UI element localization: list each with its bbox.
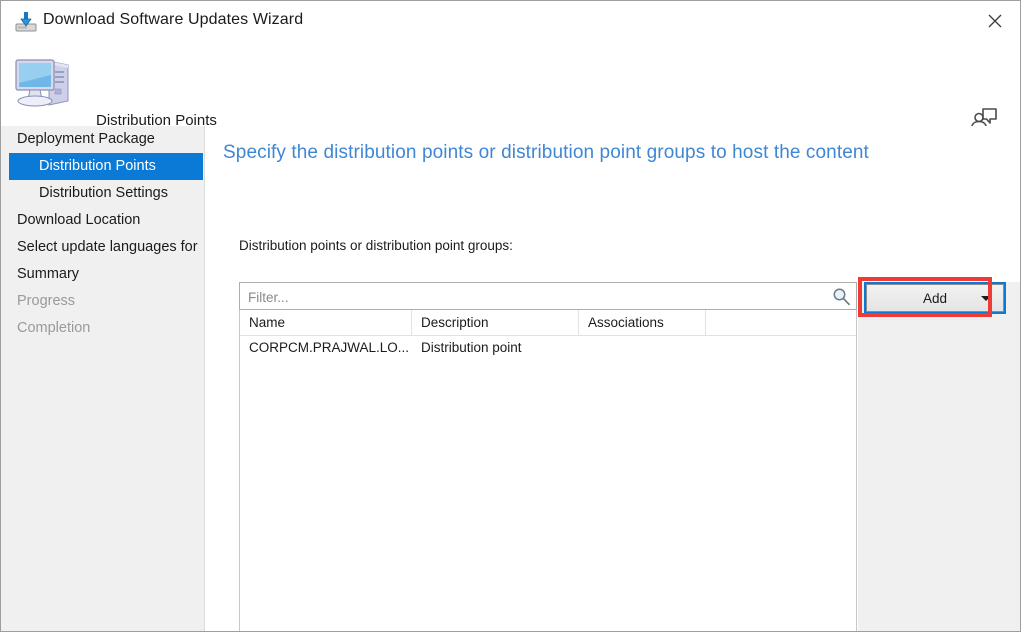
column-header-description[interactable]: Description: [412, 310, 579, 335]
column-header-name[interactable]: Name: [240, 310, 412, 335]
close-icon: [988, 14, 1002, 28]
page-title: Specify the distribution points or distr…: [223, 142, 869, 163]
table-row[interactable]: CORPCM.PRAJWAL.LO... Distribution point: [240, 336, 856, 360]
chevron-down-icon[interactable]: [981, 296, 991, 301]
filter-box: [239, 282, 857, 311]
sidebar-item-progress: Progress: [17, 293, 76, 309]
wizard-window: Download Software Updates Wizard Distrib…: [0, 0, 1021, 632]
sidebar-item-completion: Completion: [17, 320, 91, 336]
cell-name: CORPCM.PRAJWAL.LO...: [249, 340, 410, 355]
title-bar: Download Software Updates Wizard: [1, 1, 1020, 41]
add-button-label: Add: [922, 290, 948, 306]
column-header-associations[interactable]: Associations: [579, 310, 706, 335]
content-panel: Specify the distribution points or distr…: [205, 126, 1020, 631]
cell-associations: [579, 336, 706, 360]
search-icon[interactable]: [832, 287, 851, 306]
sidebar-item-download-location[interactable]: Download Location: [9, 207, 203, 234]
sidebar-item-distribution-points[interactable]: Distribution Points: [9, 153, 203, 180]
page-header: Distribution Points: [1, 41, 1020, 130]
cell-blank: [706, 336, 856, 360]
distribution-points-list[interactable]: Name Description Associations CORPCM.PRA…: [239, 310, 857, 631]
computer-icon: [13, 53, 75, 111]
sidebar-item-distribution-settings[interactable]: Distribution Settings: [9, 180, 203, 207]
download-package-icon: [15, 11, 37, 33]
window-title: Download Software Updates Wizard: [43, 11, 304, 28]
add-button[interactable]: Add: [864, 282, 1006, 314]
sidebar-item-select-update-languages[interactable]: Select update languages for: [9, 234, 203, 261]
sidebar-item-deployment-package[interactable]: Deployment Package: [9, 126, 203, 153]
wizard-step-sidebar: Deployment Package Distribution Points D…: [9, 126, 203, 631]
close-button[interactable]: [978, 7, 1012, 35]
list-actions-strip: Add Remove: [858, 282, 1020, 631]
distribution-points-label: Distribution points or distribution poin…: [239, 238, 513, 253]
sidebar-item-summary[interactable]: Summary: [9, 261, 203, 288]
column-header-blank[interactable]: [706, 310, 856, 335]
search-input[interactable]: [246, 283, 825, 311]
add-button-wrapper: Add: [864, 282, 1006, 314]
wizard-body: Deployment Package Distribution Points D…: [1, 126, 1020, 631]
cell-description: Distribution point: [421, 340, 522, 355]
table-header-row: Name Description Associations: [240, 310, 856, 336]
